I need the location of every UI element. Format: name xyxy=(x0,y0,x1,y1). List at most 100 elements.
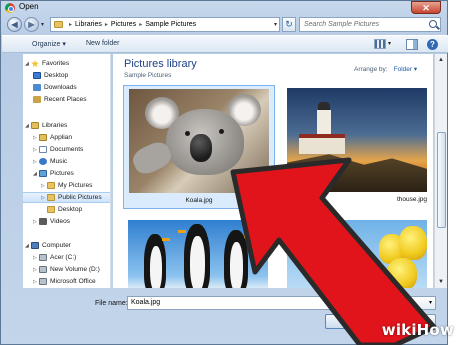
nav-item-desktop-sub[interactable]: Desktop xyxy=(23,204,110,215)
nav-item-downloads[interactable]: Downloads xyxy=(23,82,110,93)
library-subtitle: Sample Pictures xyxy=(124,72,172,79)
downloads-icon xyxy=(33,84,41,91)
scrollbar-thumb[interactable] xyxy=(437,132,446,228)
background-page-strip xyxy=(446,0,460,345)
nav-item-documents[interactable]: ▷ Documents xyxy=(23,144,110,155)
refresh-button[interactable]: ↻ xyxy=(282,17,296,32)
window-title: Open xyxy=(19,2,39,11)
music-icon xyxy=(39,158,47,165)
search-icon[interactable] xyxy=(429,20,437,28)
desktop-icon xyxy=(33,72,41,79)
file-tile-tulips[interactable] xyxy=(283,217,433,288)
nav-item-label: Public Pictures xyxy=(58,194,102,201)
back-button[interactable]: ◀ xyxy=(7,17,22,32)
nav-item-applian[interactable]: ▷ Applian xyxy=(23,132,110,143)
nav-item-microsoft-office[interactable]: ▷ Microsoft Office xyxy=(23,276,110,287)
recent-places-icon xyxy=(33,96,41,103)
open-dialog: Open ✕ ◀ ▶ ▾ ▸ Libraries ▸ Pictures ▸ Sa… xyxy=(0,0,448,345)
nav-item-acer-c[interactable]: ▷ Acer (C:) xyxy=(23,252,110,263)
forward-button[interactable]: ▶ xyxy=(24,17,39,32)
title-bar: Open ✕ xyxy=(1,1,447,15)
documents-icon xyxy=(39,146,47,153)
drive-icon xyxy=(39,278,47,285)
nav-item-label: Favorites xyxy=(42,60,70,67)
koala-nose xyxy=(190,134,212,162)
nav-item-label: Videos xyxy=(50,218,71,225)
address-bar[interactable]: ▸ Libraries ▸ Pictures ▸ Sample Pictures… xyxy=(50,17,280,32)
new-folder-button[interactable]: New folder xyxy=(86,40,119,47)
vertical-scrollbar[interactable]: ▲ ▼ xyxy=(434,54,447,288)
file-type-value: Files xyxy=(341,299,356,306)
tulips-thumbnail[interactable] xyxy=(287,220,427,288)
koala-eye xyxy=(219,129,224,134)
file-type-select[interactable]: Files ▾ xyxy=(332,296,436,310)
breadcrumb-sample-pictures[interactable]: Sample Pictures xyxy=(145,21,196,28)
navigation-pane: ◢ Favorites Desktop Downloads Recent Pla… xyxy=(23,54,111,288)
change-view-icon[interactable] xyxy=(374,39,386,49)
file-tile-penguins[interactable] xyxy=(123,217,275,288)
arrange-by-label: Arrange by: xyxy=(354,66,388,73)
file-name-label: File name: xyxy=(95,300,128,307)
library-title: Pictures library xyxy=(124,58,197,70)
nav-item-new-volume-d[interactable]: ▷ New Volume (D:) xyxy=(23,264,110,275)
close-button[interactable]: ✕ xyxy=(411,1,441,14)
nav-item-label: Downloads xyxy=(44,84,77,91)
file-tile-koala[interactable]: Koala.jpg xyxy=(123,85,275,209)
file-name-label[interactable]: thouse.jpg xyxy=(283,196,433,203)
chevron-down-icon[interactable]: ▾ xyxy=(429,297,432,309)
preview-pane-icon[interactable] xyxy=(406,39,418,50)
arrange-by-dropdown[interactable]: Folder ▾ xyxy=(394,66,418,73)
help-icon[interactable]: ? xyxy=(427,39,438,50)
nav-item-label: Music xyxy=(50,158,68,165)
nav-item-desktop[interactable]: Desktop xyxy=(23,70,110,81)
nav-item-videos[interactable]: ▷ Videos xyxy=(23,216,110,227)
breadcrumb-pictures[interactable]: Pictures xyxy=(111,21,136,28)
drive-icon xyxy=(39,254,47,261)
recent-pages-icon[interactable]: ▾ xyxy=(41,21,44,28)
open-button[interactable]: Open xyxy=(325,314,369,329)
chevron-right-icon[interactable]: ▸ xyxy=(105,21,108,28)
scroll-up-arrow-icon[interactable]: ▲ xyxy=(436,55,446,65)
penguins-thumbnail[interactable] xyxy=(128,220,268,288)
nav-item-libraries[interactable]: ◢ Libraries xyxy=(23,120,110,131)
nav-item-pictures[interactable]: ◢ Pictures xyxy=(23,168,110,179)
address-row: ◀ ▶ ▾ ▸ Libraries ▸ Pictures ▸ Sample Pi… xyxy=(3,16,447,33)
lighthouse-thumbnail[interactable] xyxy=(287,88,427,192)
nav-item-computer[interactable]: ◢ Computer xyxy=(23,240,110,251)
folder-icon xyxy=(47,182,55,189)
nav-item-public-pictures[interactable]: ▷ Public Pictures xyxy=(23,192,110,203)
file-tile-lighthouse[interactable]: thouse.jpg xyxy=(283,85,433,209)
file-name-input[interactable]: Koala.jpg xyxy=(127,296,352,310)
file-name-label[interactable]: Koala.jpg xyxy=(124,197,274,204)
nav-item-label: Desktop xyxy=(58,206,83,213)
breadcrumb-libraries[interactable]: Libraries xyxy=(75,21,102,28)
search-input[interactable]: Search Sample Pictures xyxy=(299,17,441,32)
open-options-button[interactable]: ▾ xyxy=(369,314,379,329)
nav-item-favorites[interactable]: ◢ Favorites xyxy=(23,58,110,69)
folder-icon xyxy=(54,21,63,28)
chevron-right-icon[interactable]: ▸ xyxy=(69,21,72,28)
star-icon xyxy=(31,60,39,67)
command-bar: Organize ▾ New folder ▾ ? xyxy=(2,35,448,53)
organize-button[interactable]: Organize ▾ xyxy=(32,40,66,48)
wikihow-watermark: wikiHow xyxy=(381,321,454,339)
nav-item-my-pictures[interactable]: ▷ My Pictures xyxy=(23,180,110,191)
file-content-pane: Pictures library Sample Pictures Arrange… xyxy=(113,54,433,288)
chevron-right-icon[interactable]: ▸ xyxy=(139,21,142,28)
scroll-down-arrow-icon[interactable]: ▼ xyxy=(436,277,446,287)
folder-icon xyxy=(47,194,55,201)
search-placeholder: Search Sample Pictures xyxy=(304,21,380,28)
pictures-icon xyxy=(39,170,47,177)
nav-item-music[interactable]: ▷ Music xyxy=(23,156,110,167)
nav-item-recent-places[interactable]: Recent Places xyxy=(23,94,110,105)
chevron-down-icon[interactable]: ▾ xyxy=(274,21,277,28)
nav-item-label: Documents xyxy=(50,146,84,153)
penguin-beak xyxy=(162,238,170,241)
expand-arrow-icon[interactable]: ◢ xyxy=(25,61,31,67)
koala-thumbnail[interactable] xyxy=(129,89,269,193)
drive-icon xyxy=(39,266,47,273)
penguin-belly xyxy=(150,246,162,288)
nav-item-label: Libraries xyxy=(42,122,68,129)
chrome-icon xyxy=(5,3,15,13)
chevron-down-icon[interactable]: ▾ xyxy=(388,40,391,47)
